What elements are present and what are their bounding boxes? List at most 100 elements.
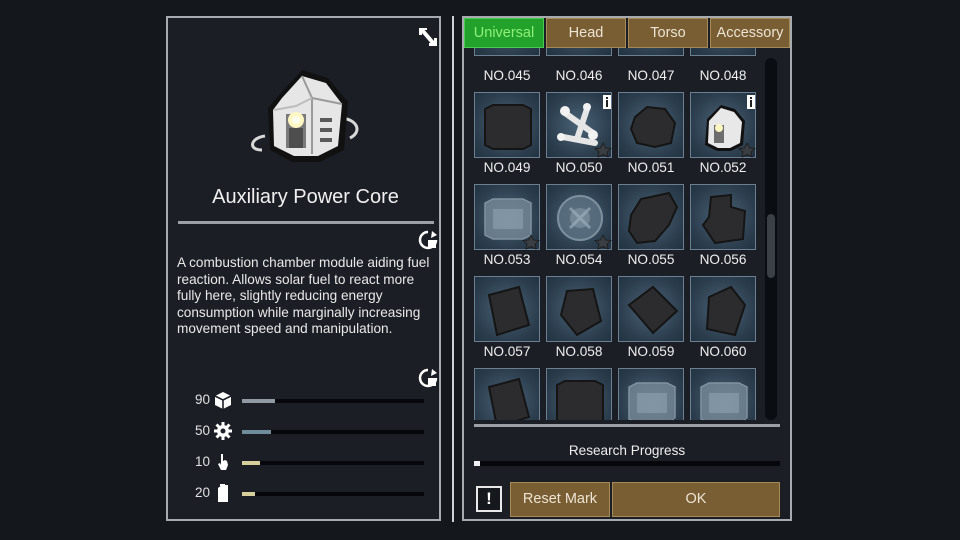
silhouette-blob-icon bbox=[629, 105, 677, 149]
item-tile[interactable] bbox=[546, 92, 612, 158]
stat-bar bbox=[242, 492, 424, 496]
item-label: NO.058 bbox=[555, 344, 603, 359]
star-icon bbox=[594, 234, 612, 250]
stat-bar bbox=[242, 399, 424, 403]
item-label: NO.054 bbox=[555, 252, 603, 267]
research-progress-fill bbox=[474, 461, 481, 466]
fuel-can-icon bbox=[213, 483, 233, 503]
item-label: NO.046 bbox=[555, 68, 603, 83]
item-tile[interactable] bbox=[474, 92, 540, 158]
collection-panel: Universal Head Torso Accessory NO.045 NO.046… bbox=[462, 16, 792, 521]
research-progress-label: Research Progress bbox=[568, 443, 686, 458]
stat-value: 10 bbox=[194, 454, 210, 469]
item-tile[interactable] bbox=[546, 184, 612, 250]
research-progress-bar bbox=[474, 461, 780, 466]
item-tile[interactable] bbox=[474, 184, 540, 250]
item-tile[interactable] bbox=[690, 184, 756, 250]
silhouette-card-icon bbox=[487, 377, 531, 420]
info-icon bbox=[747, 95, 755, 109]
item-grid[interactable]: NO.045 NO.046 NO.047 NO.048 NO.049 NO.050 NO.0… bbox=[472, 48, 757, 420]
grid-divider bbox=[474, 424, 780, 427]
stat-row: 90 bbox=[168, 390, 443, 410]
item-tile[interactable] bbox=[690, 92, 756, 158]
cycle-icon[interactable] bbox=[418, 230, 438, 250]
stat-bar bbox=[242, 461, 424, 465]
item-label: NO.047 bbox=[627, 68, 675, 83]
silhouette-card4-icon bbox=[705, 285, 747, 337]
item-tile[interactable] bbox=[618, 368, 684, 420]
item-tile[interactable] bbox=[474, 48, 540, 56]
silhouette-card2-icon bbox=[559, 287, 603, 337]
item-tile[interactable] bbox=[690, 276, 756, 342]
stat-value: 90 bbox=[194, 392, 210, 407]
cycle-icon[interactable] bbox=[418, 368, 438, 388]
scrollbar-thumb[interactable] bbox=[767, 214, 775, 278]
item-label: NO.053 bbox=[483, 252, 531, 267]
stat-value: 50 bbox=[194, 423, 210, 438]
stat-bar bbox=[242, 430, 424, 434]
stat-bar-fill bbox=[242, 430, 272, 434]
star-icon bbox=[594, 142, 612, 158]
item-label: NO.060 bbox=[699, 344, 747, 359]
stat-bar-fill bbox=[242, 492, 255, 496]
stat-bar-fill bbox=[242, 399, 275, 403]
tab-torso[interactable]: Torso bbox=[628, 18, 708, 48]
item-label: NO.051 bbox=[627, 160, 675, 175]
switch-view-icon[interactable] bbox=[418, 26, 438, 48]
silhouette-wide-icon bbox=[484, 104, 532, 150]
faded-box-icon bbox=[484, 198, 540, 250]
item-title: Auxiliary Power Core bbox=[212, 186, 399, 208]
item-label: NO.052 bbox=[699, 160, 747, 175]
silhouette-wide-icon bbox=[556, 380, 604, 420]
bones-icon bbox=[557, 95, 612, 158]
item-tile[interactable] bbox=[618, 276, 684, 342]
ok-button[interactable]: OK bbox=[612, 482, 780, 517]
item-tile[interactable] bbox=[546, 368, 612, 420]
silhouette-tall-icon bbox=[701, 193, 747, 245]
silhouette-card3-icon bbox=[627, 285, 679, 335]
gear-icon bbox=[213, 421, 233, 441]
grid-scrollbar[interactable] bbox=[765, 58, 777, 420]
faded-disc-icon bbox=[557, 195, 612, 250]
item-tile[interactable] bbox=[474, 368, 540, 420]
faded-box-icon bbox=[628, 382, 676, 420]
info-icon bbox=[603, 95, 611, 109]
silhouette-rock-icon bbox=[627, 191, 679, 245]
item-label: NO.056 bbox=[699, 252, 747, 267]
reset-mark-button[interactable]: Reset Mark bbox=[510, 482, 610, 517]
item-label: NO.045 bbox=[483, 68, 531, 83]
item-tile[interactable] bbox=[474, 276, 540, 342]
silhouette-card-icon bbox=[487, 285, 531, 337]
item-label: NO.059 bbox=[627, 344, 675, 359]
item-tile[interactable] bbox=[618, 48, 684, 56]
item-tile[interactable] bbox=[690, 48, 756, 56]
stat-bar-fill bbox=[242, 461, 261, 465]
item-tile[interactable] bbox=[546, 48, 612, 56]
item-label: NO.049 bbox=[483, 160, 531, 175]
stat-row: 10 bbox=[168, 452, 443, 472]
tab-accessory[interactable]: Accessory bbox=[710, 18, 790, 48]
item-label: NO.057 bbox=[483, 344, 531, 359]
stat-row: 50 bbox=[168, 421, 443, 441]
item-label: NO.055 bbox=[627, 252, 675, 267]
alert-button[interactable]: ! bbox=[476, 486, 502, 512]
item-tile[interactable] bbox=[546, 276, 612, 342]
power-core-image bbox=[240, 58, 370, 178]
power-core-icon bbox=[705, 95, 756, 158]
panel-divider bbox=[452, 16, 454, 522]
title-divider bbox=[178, 221, 434, 224]
item-tile[interactable] bbox=[690, 368, 756, 420]
item-tile[interactable] bbox=[618, 184, 684, 250]
hand-icon bbox=[213, 452, 233, 472]
item-description: A combustion chamber module aiding fuel … bbox=[177, 255, 430, 336]
stat-row: 20 bbox=[168, 483, 443, 503]
tab-universal[interactable]: Universal bbox=[464, 18, 544, 48]
stat-value: 20 bbox=[194, 485, 210, 500]
cube-icon bbox=[213, 390, 233, 410]
faded-box-icon bbox=[700, 382, 748, 420]
tab-head[interactable]: Head bbox=[546, 18, 626, 48]
item-label: NO.050 bbox=[555, 160, 603, 175]
item-label: NO.048 bbox=[699, 68, 747, 83]
item-detail-panel: Auxiliary Power Core A combustion chambe… bbox=[166, 16, 441, 521]
item-tile[interactable] bbox=[618, 92, 684, 158]
